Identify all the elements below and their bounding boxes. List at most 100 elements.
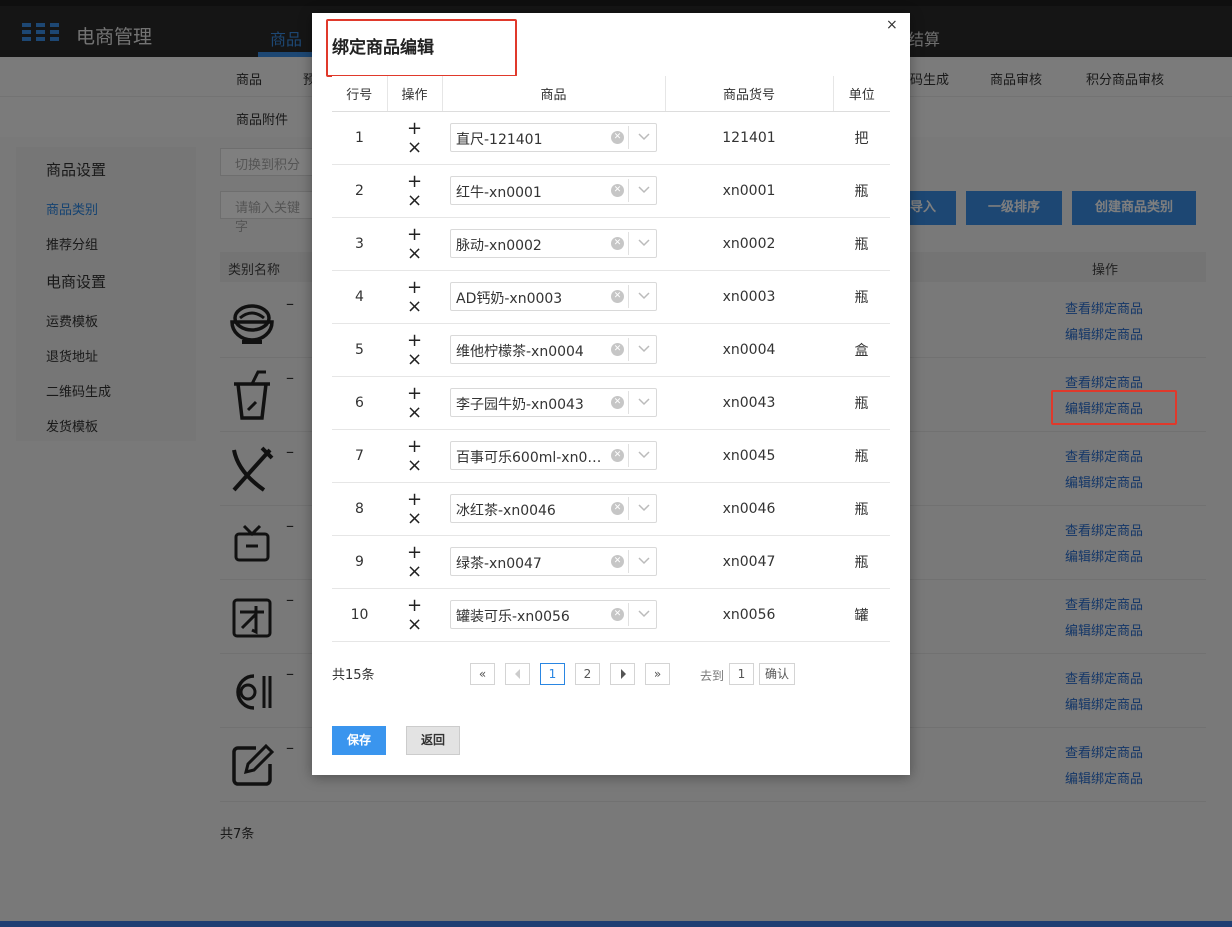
product-select[interactable]: 李子园牛奶-xn0043 ✕	[450, 388, 657, 417]
remove-row-icon[interactable]: ×	[407, 562, 422, 581]
product-unit: 瓶	[833, 535, 890, 589]
product-unit: 瓶	[833, 217, 890, 271]
product-select[interactable]: 维他柠檬茶-xn0004 ✕	[450, 335, 657, 364]
table-row: 2 + × 红牛-xn0001 ✕ xn0001 瓶	[332, 164, 890, 218]
save-button[interactable]: 保存	[332, 726, 386, 755]
chevron-down-icon[interactable]	[637, 553, 651, 567]
chevron-down-icon[interactable]	[637, 447, 651, 461]
product-cell: 红牛-xn0001 ✕	[442, 164, 665, 218]
row-ops: + ×	[387, 323, 442, 377]
add-row-icon[interactable]: +	[407, 490, 422, 509]
add-row-icon[interactable]: +	[407, 596, 422, 615]
clear-icon[interactable]: ✕	[611, 449, 624, 462]
header-product: 商品	[441, 76, 665, 112]
row-number: 3	[332, 217, 387, 271]
pager-last-button[interactable]: »	[645, 663, 670, 685]
pager-next-button[interactable]	[610, 663, 635, 685]
product-select-value: 维他柠檬茶-xn0004	[456, 344, 584, 360]
highlight-box-edit-link	[1051, 390, 1177, 425]
add-row-icon[interactable]: +	[407, 384, 422, 403]
remove-row-icon[interactable]: ×	[407, 244, 422, 263]
pager-page-1[interactable]: 1	[540, 663, 565, 685]
pager-goto-input[interactable]: 1	[729, 663, 754, 685]
product-unit: 盒	[833, 323, 890, 377]
product-select[interactable]: 百事可乐600ml-xn0045 ✕	[450, 441, 657, 470]
product-code: xn0046	[665, 482, 833, 536]
add-row-icon[interactable]: +	[407, 172, 422, 191]
remove-row-icon[interactable]: ×	[407, 297, 422, 316]
remove-row-icon[interactable]: ×	[407, 509, 422, 528]
row-ops: + ×	[387, 270, 442, 324]
clear-icon[interactable]: ✕	[611, 608, 624, 621]
clear-icon[interactable]: ✕	[611, 343, 624, 356]
product-select[interactable]: 冰红茶-xn0046 ✕	[450, 494, 657, 523]
pager-prev-button[interactable]	[505, 663, 530, 685]
pager-goto-label: 去到	[700, 669, 725, 683]
pager-first-button[interactable]: «	[470, 663, 495, 685]
remove-row-icon[interactable]: ×	[407, 191, 422, 210]
clear-icon[interactable]: ✕	[611, 396, 624, 409]
product-code: xn0043	[665, 376, 833, 430]
product-select-value: 绿茶-xn0047	[456, 556, 542, 572]
product-cell: 百事可乐600ml-xn0045 ✕	[442, 429, 665, 483]
product-cell: 冰红茶-xn0046 ✕	[442, 482, 665, 536]
product-select-value: 冰红茶-xn0046	[456, 503, 556, 519]
highlight-box-title	[326, 19, 517, 77]
add-row-icon[interactable]: +	[407, 119, 422, 138]
product-select[interactable]: 脉动-xn0002 ✕	[450, 229, 657, 258]
chevron-down-icon[interactable]	[637, 129, 651, 143]
clear-icon[interactable]: ✕	[611, 502, 624, 515]
clear-icon[interactable]: ✕	[611, 237, 624, 250]
add-row-icon[interactable]: +	[407, 278, 422, 297]
product-cell: 绿茶-xn0047 ✕	[442, 535, 665, 589]
back-button[interactable]: 返回	[406, 726, 460, 755]
table-header-row: 行号 操作 商品 商品货号 单位	[332, 76, 890, 112]
triangle-left-icon	[514, 669, 520, 679]
clear-icon[interactable]: ✕	[611, 184, 624, 197]
remove-row-icon[interactable]: ×	[407, 615, 422, 634]
chevron-down-icon[interactable]	[637, 500, 651, 514]
clear-icon[interactable]: ✕	[611, 290, 624, 303]
product-select[interactable]: 罐装可乐-xn0056 ✕	[450, 600, 657, 629]
remove-row-icon[interactable]: ×	[407, 138, 422, 157]
remove-row-icon[interactable]: ×	[407, 350, 422, 369]
chevron-down-icon[interactable]	[637, 235, 651, 249]
pager-page-2[interactable]: 2	[575, 663, 600, 685]
remove-row-icon[interactable]: ×	[407, 403, 422, 422]
table-row: 1 + × 直尺-121401 ✕ 121401 把	[332, 111, 890, 165]
product-select[interactable]: 红牛-xn0001 ✕	[450, 176, 657, 205]
table-row: 4 + × AD钙奶-xn0003 ✕ xn0003 瓶	[332, 270, 890, 324]
product-select[interactable]: 直尺-121401 ✕	[450, 123, 657, 152]
product-select-value: 红牛-xn0001	[456, 185, 542, 201]
triangle-right-icon	[620, 669, 626, 679]
product-select[interactable]: 绿茶-xn0047 ✕	[450, 547, 657, 576]
product-unit: 瓶	[833, 164, 890, 218]
row-number: 9	[332, 535, 387, 589]
chevron-down-icon[interactable]	[637, 288, 651, 302]
header-row-no: 行号	[332, 76, 387, 112]
product-unit: 瓶	[833, 429, 890, 483]
add-row-icon[interactable]: +	[407, 437, 422, 456]
clear-icon[interactable]: ✕	[611, 131, 624, 144]
chevron-down-icon[interactable]	[637, 182, 651, 196]
product-select-value: 直尺-121401	[456, 132, 543, 148]
header-product-code: 商品货号	[664, 76, 833, 112]
table-row: 5 + × 维他柠檬茶-xn0004 ✕ xn0004 盒	[332, 323, 890, 377]
chevron-down-icon[interactable]	[637, 341, 651, 355]
taskbar-strip	[0, 921, 1232, 927]
close-icon[interactable]: ×	[886, 17, 898, 33]
product-cell: 脉动-xn0002 ✕	[442, 217, 665, 271]
add-row-icon[interactable]: +	[407, 225, 422, 244]
row-ops: + ×	[387, 588, 442, 642]
row-ops: + ×	[387, 376, 442, 430]
pager-confirm-button[interactable]: 确认	[759, 663, 795, 685]
add-row-icon[interactable]: +	[407, 331, 422, 350]
remove-row-icon[interactable]: ×	[407, 456, 422, 475]
chevron-down-icon[interactable]	[637, 606, 651, 620]
clear-icon[interactable]: ✕	[611, 555, 624, 568]
add-row-icon[interactable]: +	[407, 543, 422, 562]
row-ops: + ×	[387, 111, 442, 165]
product-unit: 瓶	[833, 270, 890, 324]
product-select[interactable]: AD钙奶-xn0003 ✕	[450, 282, 657, 311]
chevron-down-icon[interactable]	[637, 394, 651, 408]
